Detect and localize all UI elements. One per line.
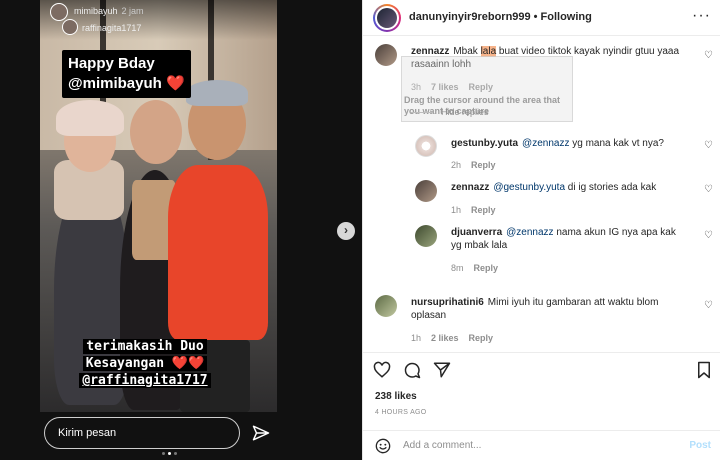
- bookmark-icon[interactable]: [695, 361, 713, 379]
- add-comment-bar: Add a comment... Post: [363, 430, 720, 460]
- post-time: 4 HOURS AGO: [375, 409, 427, 416]
- likes-count[interactable]: 238 likes: [375, 391, 417, 402]
- hide-replies-label[interactable]: Hide replies: [441, 107, 489, 117]
- commenter-avatar[interactable]: [375, 44, 397, 66]
- reply-button[interactable]: Reply: [469, 333, 494, 343]
- story-time: 2 jam: [121, 6, 144, 16]
- person-hat: [56, 100, 124, 136]
- comment-username[interactable]: djuanverra: [451, 227, 502, 238]
- comment-body: yg mana kak vt nya?: [569, 138, 664, 149]
- like-comment-icon[interactable]: ♡: [704, 184, 713, 195]
- comment-time[interactable]: 1h: [411, 333, 421, 343]
- story-progress-dots: [162, 452, 177, 455]
- mention-link[interactable]: @zennazz: [522, 138, 569, 149]
- sticker-mention[interactable]: @raffinagita1717: [79, 373, 211, 388]
- comment-username[interactable]: zennazz: [451, 182, 489, 193]
- comment-text: nursuprihatini6 Mimi iyuh itu gambaran at…: [411, 296, 671, 322]
- tagged-username[interactable]: raffinagita1717: [82, 23, 141, 33]
- story-username[interactable]: mimibayuh 2 jam: [74, 6, 144, 16]
- comment-time[interactable]: 2h: [451, 160, 461, 170]
- comment-meta: 8m Reply: [451, 263, 508, 273]
- person-jacket: [168, 165, 268, 340]
- profile-avatar[interactable]: [373, 4, 401, 32]
- post-header: danunyinyir9reborn999 • Following ···: [363, 0, 720, 36]
- following-button[interactable]: Following: [541, 11, 592, 23]
- hearts-icon: ❤️❤️: [171, 356, 205, 371]
- reply-button[interactable]: Reply: [471, 160, 496, 170]
- comment-meta: 1h Reply: [451, 205, 506, 215]
- comment-meta: 2h Reply: [451, 160, 506, 170]
- post-panel: danunyinyir9reborn999 • Following ··· zenn…: [362, 0, 720, 460]
- progress-dot: [162, 452, 165, 455]
- comment-text: gestunby.yuta @zennazz yg mana kak vt nya…: [451, 137, 696, 150]
- separator: •: [533, 11, 538, 23]
- commenter-avatar[interactable]: [415, 135, 437, 157]
- commenter-avatar[interactable]: [415, 180, 437, 202]
- comment-body: di ig stories ada kak: [565, 182, 657, 193]
- like-comment-icon[interactable]: ♡: [704, 140, 713, 151]
- like-comment-icon[interactable]: ♡: [704, 50, 713, 61]
- person-face: [130, 100, 182, 164]
- header-user-line: danunyinyir9reborn999 • Following: [409, 11, 592, 23]
- comment-username[interactable]: gestunby.yuta: [451, 138, 518, 149]
- share-icon[interactable]: [433, 361, 451, 379]
- story-avatar[interactable]: [50, 3, 68, 21]
- chevron-right-icon[interactable]: ›: [337, 222, 355, 240]
- sticker-line: terimakasih Duo: [83, 339, 207, 354]
- post-username[interactable]: danunyinyir9reborn999: [409, 11, 531, 23]
- story-username-text[interactable]: mimibayuh: [74, 6, 118, 16]
- comment-likes[interactable]: 2 likes: [431, 333, 459, 343]
- comment-text: zennazz @gestunby.yuta di ig stories ada …: [451, 181, 696, 194]
- story-reply-input[interactable]: Kirim pesan: [44, 417, 240, 449]
- post-button[interactable]: Post: [689, 440, 711, 451]
- heart-icon: ❤️: [165, 75, 185, 92]
- sticker-mention: @mimibayuh: [68, 75, 162, 92]
- reply-button[interactable]: Reply: [471, 205, 496, 215]
- add-comment-input[interactable]: Add a comment...: [403, 440, 481, 451]
- reply-button[interactable]: Reply: [474, 263, 499, 273]
- sticker-line: Happy Bday: [68, 55, 155, 72]
- progress-dot: [174, 452, 177, 455]
- comment-username[interactable]: nursuprihatini6: [411, 297, 484, 308]
- comment-meta: 1h 2 likes Reply: [411, 333, 503, 343]
- sticker-line: Kesayangan: [85, 356, 165, 371]
- birthday-sticker: Happy Bday @mimibayuh ❤️: [62, 50, 191, 98]
- hide-replies-button[interactable]: Hide replies: [411, 107, 489, 117]
- person-hair: [186, 80, 248, 106]
- mention-link[interactable]: @gestunby.yuta: [493, 182, 565, 193]
- comments-list: zennazz Mbak lala buat video tiktok kayak…: [363, 37, 720, 352]
- commenter-avatar[interactable]: [375, 295, 397, 317]
- more-options-icon[interactable]: ···: [692, 7, 711, 25]
- send-icon[interactable]: [252, 424, 270, 442]
- commenter-avatar[interactable]: [415, 225, 437, 247]
- tagged-avatar[interactable]: [62, 19, 78, 35]
- thanks-sticker: terimakasih Duo Kesayangan ❤️❤️ @raffina…: [60, 338, 230, 389]
- mention-link[interactable]: @zennazz: [506, 227, 553, 238]
- like-icon[interactable]: [373, 361, 391, 379]
- capture-hint-line: Drag the cursor around the area that: [404, 95, 561, 105]
- comment-text: djuanverra @zennazz nama akun IG nya apa …: [451, 226, 683, 252]
- comment-icon[interactable]: [403, 361, 421, 379]
- comment-time[interactable]: 1h: [451, 205, 461, 215]
- like-comment-icon[interactable]: ♡: [704, 300, 713, 311]
- story-viewer: mimibayuh 2 jam raffinagita1717 Happy Bda…: [0, 0, 362, 460]
- comment-time[interactable]: 8m: [451, 263, 464, 273]
- emoji-icon[interactable]: [375, 438, 391, 454]
- progress-dot-active: [168, 452, 171, 455]
- like-comment-icon[interactable]: ♡: [704, 230, 713, 241]
